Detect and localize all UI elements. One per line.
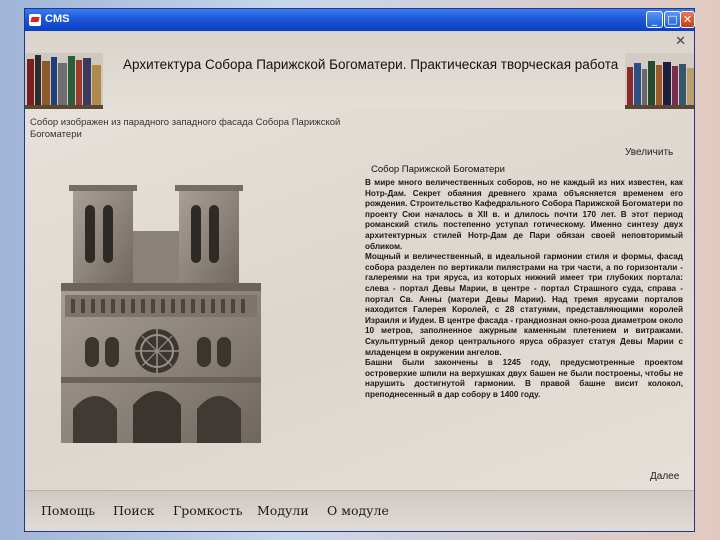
enlarge-link[interactable]: Увеличить: [625, 147, 673, 158]
article-title: Собор Парижской Богоматери: [371, 164, 505, 175]
header-band: ✕ Архитектура Собора Парижской Богоматер…: [25, 31, 694, 109]
menu-volume[interactable]: Громкость: [173, 503, 243, 518]
maximize-button[interactable]: □: [664, 11, 681, 28]
menu-modules[interactable]: Модули: [257, 503, 309, 518]
app-icon: [29, 14, 41, 26]
app-window: CMS _ □ ✕ ✕ Архитектура Собора Парижской…: [24, 8, 695, 532]
menu-search[interactable]: Поиск: [113, 503, 155, 518]
close-button[interactable]: ✕: [680, 11, 695, 28]
bottom-menu: Помощь Поиск Громкость Модули О модуле: [25, 490, 694, 531]
books-left-image: [25, 53, 103, 109]
window-title: CMS: [45, 13, 70, 25]
article-text: В мире много величественных соборов, но …: [365, 178, 683, 399]
title-bar[interactable]: CMS _ □ ✕: [25, 9, 695, 31]
next-link[interactable]: Далее: [650, 471, 679, 482]
content-area: ✕ Архитектура Собора Парижской Богоматер…: [25, 31, 694, 531]
image-caption: Собор изображен из парадного западного ф…: [30, 117, 341, 140]
minimize-button[interactable]: _: [646, 11, 663, 28]
inner-close-icon[interactable]: ✕: [675, 34, 686, 49]
menu-help[interactable]: Помощь: [41, 503, 95, 518]
menu-about[interactable]: О модуле: [327, 503, 389, 518]
cathedral-photo: [61, 185, 261, 443]
books-right-image: [625, 53, 694, 109]
page-title: Архитектура Собора Парижской Богоматери.…: [123, 57, 619, 72]
